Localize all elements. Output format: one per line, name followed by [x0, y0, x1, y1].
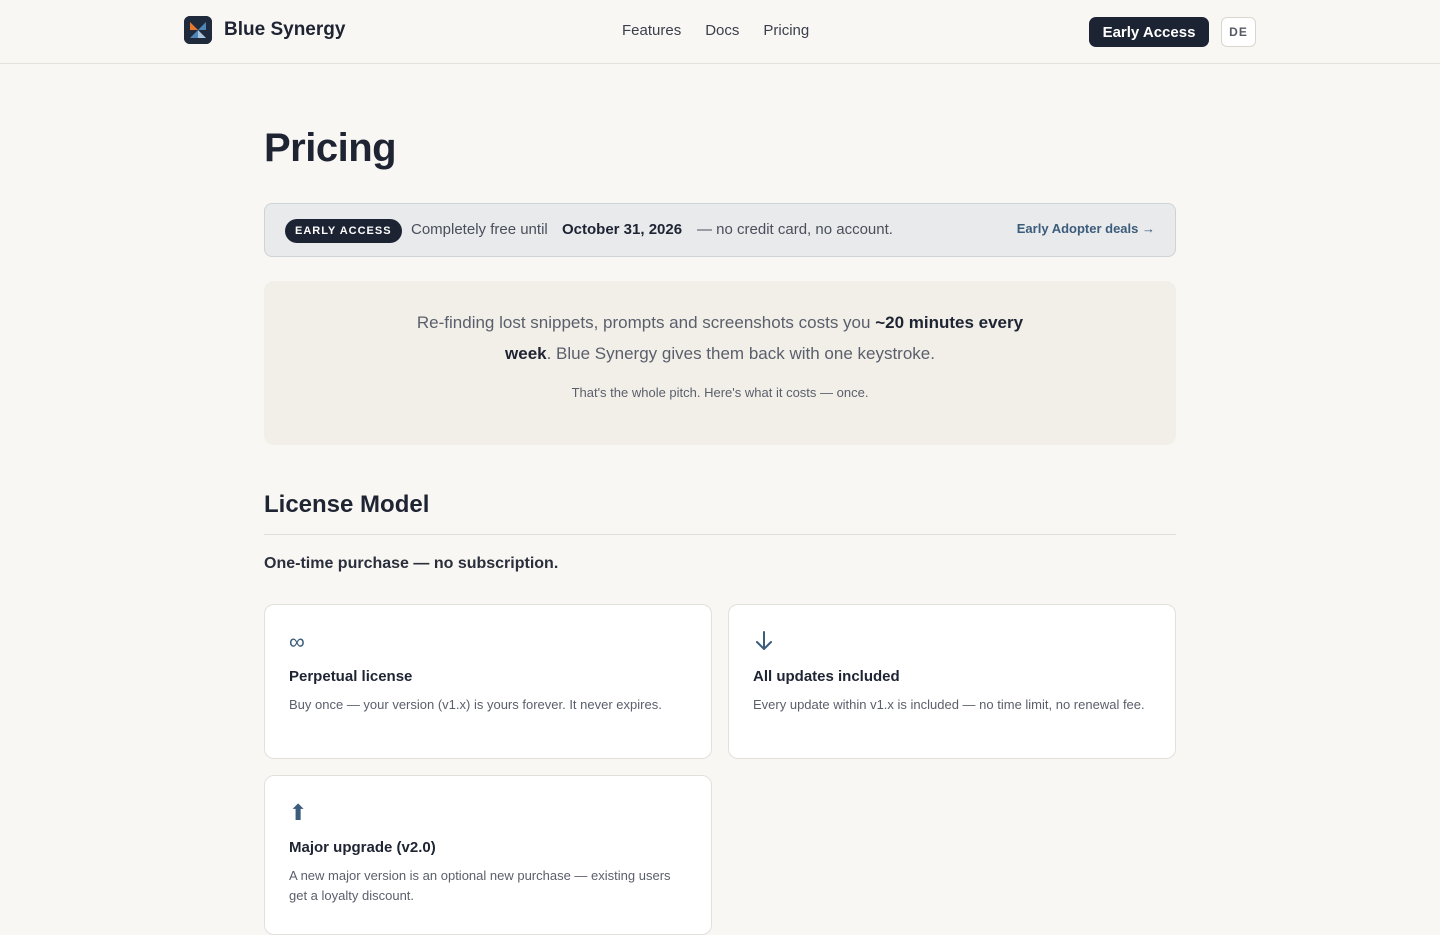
card-text: Every update within v1.x is included — n…: [753, 697, 1145, 712]
card-title: Major upgrade (v2.0): [289, 839, 436, 856]
early-adopter-deals-link[interactable]: Early Adopter deals →: [1017, 221, 1155, 236]
early-access-badge: EARLY ACCESS: [285, 219, 402, 243]
arrow-up-icon: ⬆: [289, 800, 308, 825]
arrow-down-icon: [753, 629, 781, 657]
page-title: Pricing: [264, 126, 397, 170]
brand-name: Blue Synergy: [224, 19, 346, 40]
infinity-icon: ∞: [289, 629, 305, 654]
nav-docs[interactable]: Docs: [705, 22, 739, 39]
logo-icon: [184, 16, 212, 44]
card-major-upgrade: ⬆ Major upgrade (v2.0) A new major versi…: [264, 775, 712, 935]
card-all-updates: All updates included Every update within…: [728, 604, 1176, 759]
banner-text: Completely free until: [411, 221, 548, 238]
early-access-button[interactable]: Early Access: [1089, 17, 1209, 47]
pitch-text-part1: Re-finding lost snippets, prompts and sc…: [416, 313, 876, 332]
license-model-title: License Model: [264, 491, 430, 518]
card-title: Perpetual license: [289, 668, 413, 685]
early-access-banner: EARLY ACCESS Completely free until Octob…: [264, 203, 1176, 257]
nav-features[interactable]: Features: [622, 22, 681, 39]
site-header: Blue Synergy Features Docs Pricing Early…: [0, 0, 1440, 64]
card-perpetual-license: ∞ Perpetual license Buy once — your vers…: [264, 604, 712, 759]
pitch-text: Re-finding lost snippets, prompts and sc…: [414, 307, 1026, 369]
main-nav: Features Docs Pricing: [622, 22, 809, 39]
nav-pricing[interactable]: Pricing: [763, 22, 809, 39]
banner-rest: — no credit card, no account.: [697, 221, 893, 238]
pitch-box: Re-finding lost snippets, prompts and sc…: [264, 281, 1176, 445]
section-divider: [264, 534, 1176, 535]
pitch-text-part2: . Blue Synergy gives them back with one …: [546, 344, 935, 363]
license-lede: One-time purchase — no subscription.: [264, 555, 559, 572]
card-title: All updates included: [753, 668, 900, 685]
language-switch-button[interactable]: DE: [1221, 17, 1256, 47]
banner-date: October 31, 2026: [562, 221, 683, 238]
card-text: A new major version is an optional new p…: [289, 868, 671, 903]
brand[interactable]: Blue Synergy: [184, 16, 345, 44]
card-text: Buy once — your version (v1.x) is yours …: [289, 697, 662, 712]
pitch-subtext: That's the whole pitch. Here's what it c…: [571, 385, 869, 400]
